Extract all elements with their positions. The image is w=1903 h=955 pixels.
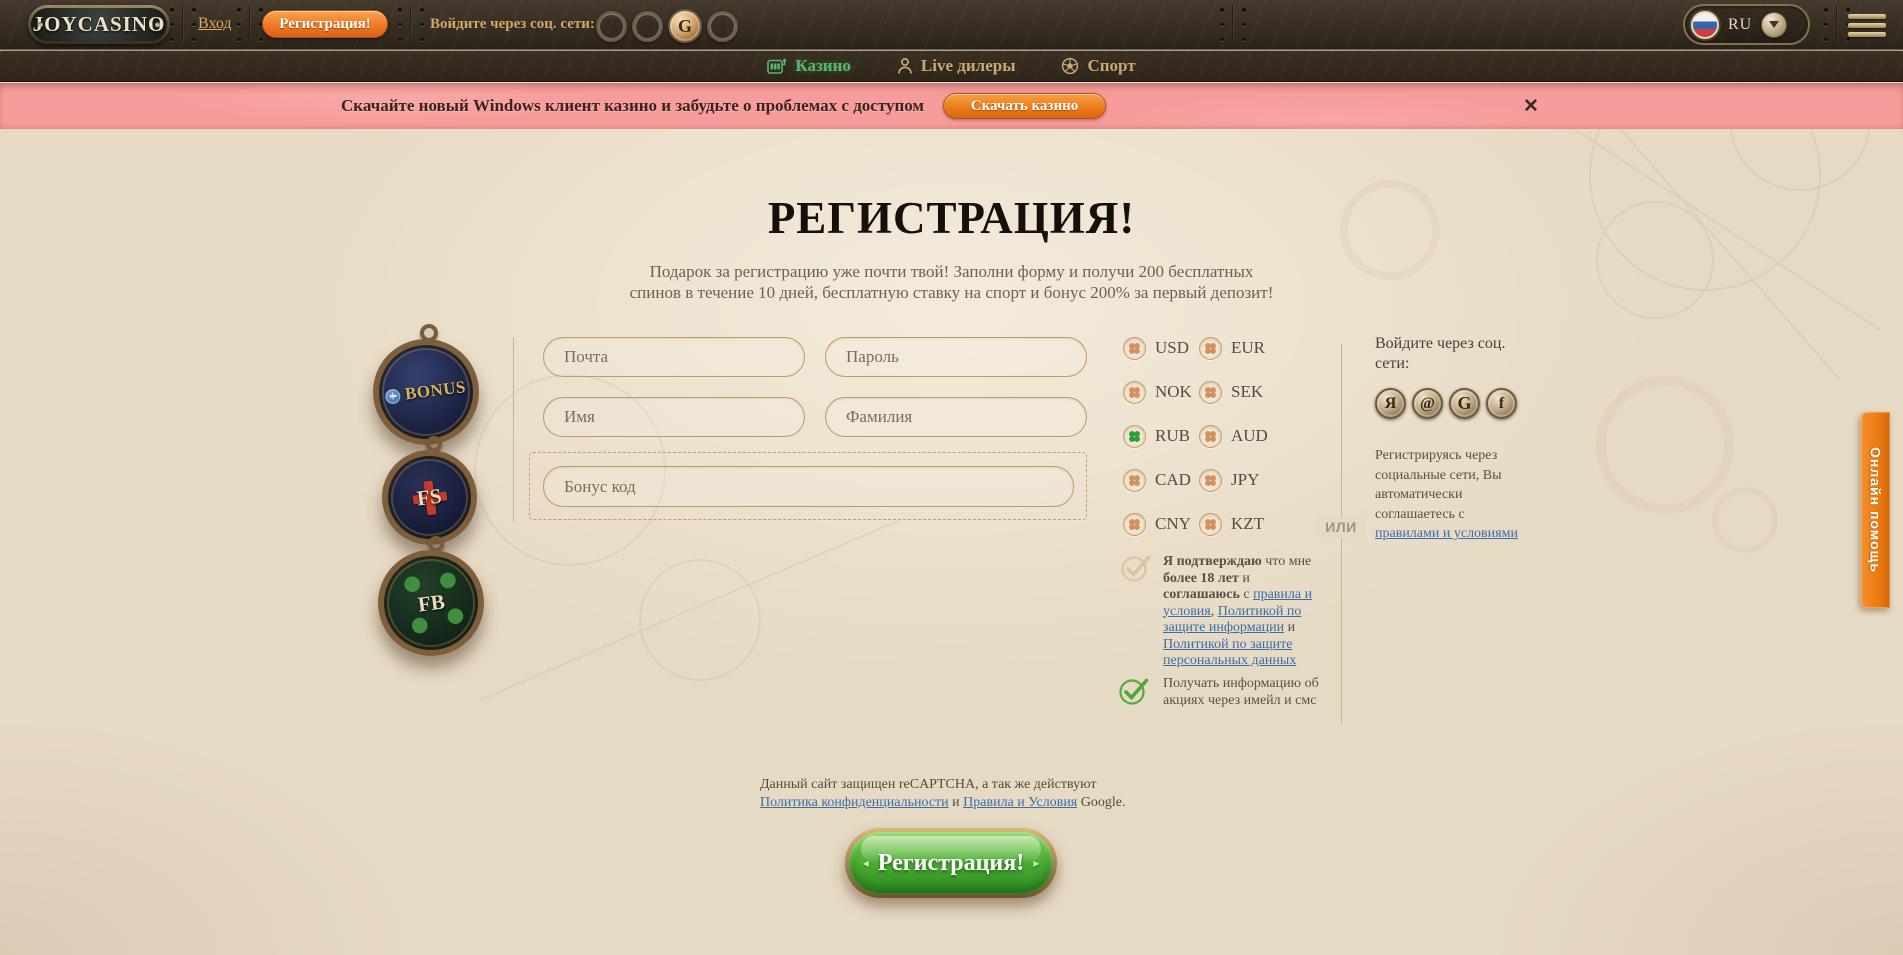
freebet-badge-label: FB (416, 589, 446, 617)
social-column-heading: Войдите через соц. сети: (1375, 334, 1527, 374)
recaptcha-note: Данный сайт защищен reCAPTCHA, а так же … (760, 776, 1154, 811)
joycasino-logo-text: JOYCASINO (31, 8, 167, 41)
panel-seam (237, 5, 263, 44)
currency-radio[interactable] (1199, 513, 1222, 536)
top-bar: JOYCASINO Вход Регистрация! Войдите чере… (0, 0, 1903, 50)
currency-option-rub[interactable]: RUB (1123, 414, 1199, 458)
age-terms-text: Я подтверждаю что мне более 18 лет и сог… (1163, 554, 1317, 670)
login-link[interactable]: Вход (198, 15, 232, 33)
mailru-icon[interactable]: @ (632, 11, 663, 42)
currency-radio[interactable] (1123, 425, 1146, 448)
checkbox-age-terms[interactable] (1120, 551, 1156, 583)
chevron-down-icon (1769, 21, 1779, 28)
slot-machine-icon (767, 58, 787, 75)
panel-seam (1220, 5, 1246, 44)
subtitle-line-2: спинов в течение 10 дней, бесплатную ста… (0, 282, 1903, 303)
social-column-buttons: Я @ G f (1375, 388, 1517, 419)
currency-option-cad[interactable]: CAD (1123, 458, 1199, 502)
left-arrow-icon: ◂ (863, 856, 869, 871)
main-navigation: Казино Live дилеры Спорт (0, 51, 1903, 82)
yandex-icon[interactable]: Я (596, 11, 627, 42)
banner-message: Скачайте новый Windows клиент казино и з… (341, 83, 924, 129)
currency-options: USD EUR NOK SEK RUB AUD CAD JPY (1123, 326, 1289, 546)
joycasino-registration-page: JOYCASINO Вход Регистрация! Войдите чере… (0, 0, 1903, 955)
right-arrow-icon: ▸ (1033, 856, 1039, 871)
facebook-icon[interactable]: f (707, 11, 738, 42)
russian-flag-icon (1691, 11, 1719, 39)
currency-radio[interactable] (1123, 381, 1146, 404)
currency-option-usd[interactable]: USD (1123, 326, 1199, 370)
currency-radio[interactable] (1199, 381, 1222, 404)
joycasino-logo[interactable]: JOYCASINO (28, 5, 170, 44)
lastname-input[interactable] (825, 397, 1087, 437)
topbar-social-buttons: Я @ G f (596, 9, 738, 43)
currency-radio[interactable] (1123, 469, 1146, 492)
tab-casino-label: Казино (795, 56, 851, 76)
password-input[interactable] (825, 337, 1087, 377)
language-selector[interactable]: RU (1683, 4, 1810, 45)
email-input[interactable] (543, 337, 805, 377)
privacy-policy-link[interactable]: Политика конфиденциальности (760, 795, 949, 810)
panel-seam (170, 5, 196, 44)
language-dropdown-button[interactable] (1761, 12, 1787, 38)
form-left-divider (513, 338, 514, 522)
submit-label: Регистрация! (878, 850, 1024, 877)
currency-option-kzt[interactable]: KZT (1199, 502, 1289, 546)
firstname-input[interactable] (543, 397, 805, 437)
bonus-coin-icon (385, 388, 402, 405)
tab-casino[interactable]: Казино (767, 56, 851, 76)
currency-radio[interactable] (1123, 337, 1146, 360)
freebet-badge: FB (378, 550, 484, 656)
tab-sport[interactable]: Спорт (1061, 56, 1135, 76)
currency-option-aud[interactable]: AUD (1199, 414, 1289, 458)
register-top-button[interactable]: Регистрация! (262, 10, 388, 38)
tab-sport-label: Спорт (1087, 56, 1135, 76)
page-subtitle: Подарок за регистрацию уже почти твой! З… (0, 261, 1903, 303)
social-column-note: Регистрируясь через социальные сети, Вы … (1375, 446, 1527, 544)
register-submit-button[interactable]: ◂ Регистрация! ▸ (845, 828, 1057, 898)
language-code-label: RU (1728, 16, 1752, 34)
google-icon[interactable]: G (668, 9, 702, 43)
bonus-badge: BONUS (373, 339, 479, 445)
page-title: РЕГИСТРАЦИЯ! (0, 192, 1903, 244)
currency-option-nok[interactable]: NOK (1123, 370, 1199, 414)
currency-radio[interactable] (1123, 513, 1146, 536)
download-client-banner: Скачайте новый Windows клиент казино и з… (0, 83, 1903, 129)
subtitle-line-1: Подарок за регистрацию уже почти твой! З… (0, 261, 1903, 282)
currency-radio[interactable] (1199, 425, 1222, 448)
currency-option-eur[interactable]: EUR (1199, 326, 1289, 370)
currency-option-cny[interactable]: CNY (1123, 502, 1199, 546)
tab-live-dealers-label: Live дилеры (921, 56, 1016, 76)
google-terms-link[interactable]: Правила и Условия (963, 795, 1077, 810)
tab-live-dealers[interactable]: Live дилеры (897, 56, 1016, 76)
currency-radio[interactable] (1199, 469, 1222, 492)
online-help-tab[interactable]: Онлайн помощь (1861, 412, 1890, 608)
mailru-icon[interactable]: @ (1412, 388, 1443, 419)
soccer-ball-icon (1061, 57, 1079, 75)
facebook-icon[interactable]: f (1486, 388, 1517, 419)
social-terms-link[interactable]: правилами и условиями (1375, 526, 1518, 541)
freespins-badge-label: FS (416, 484, 443, 512)
download-casino-button[interactable]: Скачать казино (943, 93, 1106, 119)
panel-seam (1824, 5, 1850, 44)
checkbox-promo[interactable] (1118, 674, 1154, 706)
live-dealer-person-icon (897, 57, 913, 75)
currency-option-sek[interactable]: SEK (1199, 370, 1289, 414)
bonuscode-input[interactable] (543, 466, 1074, 507)
menu-icon[interactable] (1848, 14, 1886, 41)
close-icon[interactable]: ✕ (1519, 94, 1543, 118)
social-login-prompt: Войдите через соц. сети: (430, 16, 595, 33)
yandex-icon[interactable]: Я (1375, 388, 1406, 419)
panel-seam (398, 5, 424, 44)
currency-option-jpy[interactable]: JPY (1199, 458, 1289, 502)
online-help-label: Онлайн помощь (1868, 447, 1884, 573)
freespins-badge: FS (382, 450, 477, 545)
promo-checkbox-text: Получать информацию об акциях через имей… (1163, 676, 1323, 709)
personal-data-policy-link[interactable]: Политикой по защите персональных данных (1163, 637, 1296, 669)
currency-radio[interactable] (1199, 337, 1222, 360)
bonus-badge-label: BONUS (404, 377, 467, 404)
or-divider-label: ИЛИ (1316, 516, 1366, 538)
google-icon[interactable]: G (1449, 388, 1480, 419)
